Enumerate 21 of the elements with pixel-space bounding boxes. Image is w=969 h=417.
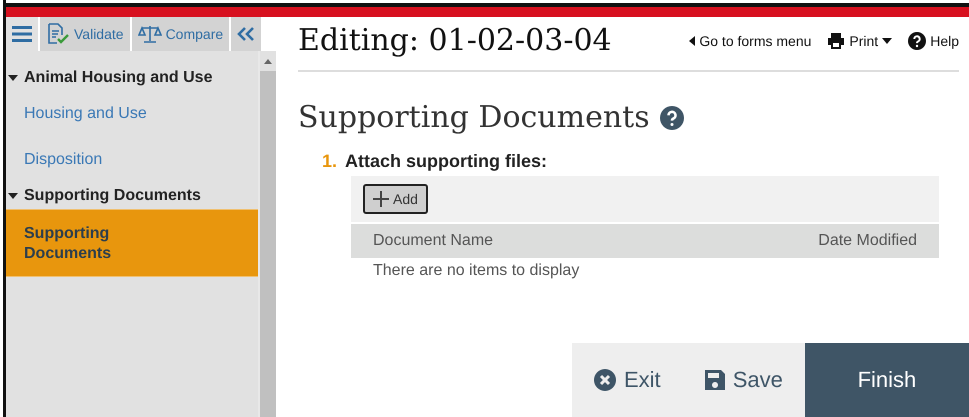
compare-button[interactable]: Compare	[132, 17, 230, 51]
exit-button[interactable]: Exit	[572, 343, 683, 417]
back-link[interactable]: Go to forms menu	[689, 32, 812, 48]
print-link[interactable]: Print	[827, 32, 892, 48]
question-text: Attach supporting files:	[345, 151, 548, 172]
validate-button[interactable]: Validate	[40, 17, 130, 51]
finish-button[interactable]: Finish	[804, 343, 969, 417]
section-title: Supporting Documents	[298, 100, 650, 135]
save-button[interactable]: Save	[682, 343, 805, 417]
question-number: 1.	[322, 151, 338, 172]
help-link[interactable]: Help	[908, 32, 959, 50]
page-title: Editing: 01-02-03-04	[298, 23, 612, 58]
column-header[interactable]: Document Name	[373, 232, 494, 250]
sidebar-item[interactable]: Housing and Use	[6, 91, 258, 137]
sidebar-item[interactable]: Supporting Documents	[6, 209, 258, 277]
sidebar-item[interactable]: Disposition	[6, 137, 258, 183]
empty-message: There are no items to display	[372, 261, 580, 281]
column-header[interactable]: Date Modified	[818, 232, 917, 250]
section-heading: Supporting Documents	[24, 187, 201, 205]
section-heading: Animal Housing and Use	[24, 69, 212, 87]
add-button[interactable]: Add	[363, 184, 428, 214]
